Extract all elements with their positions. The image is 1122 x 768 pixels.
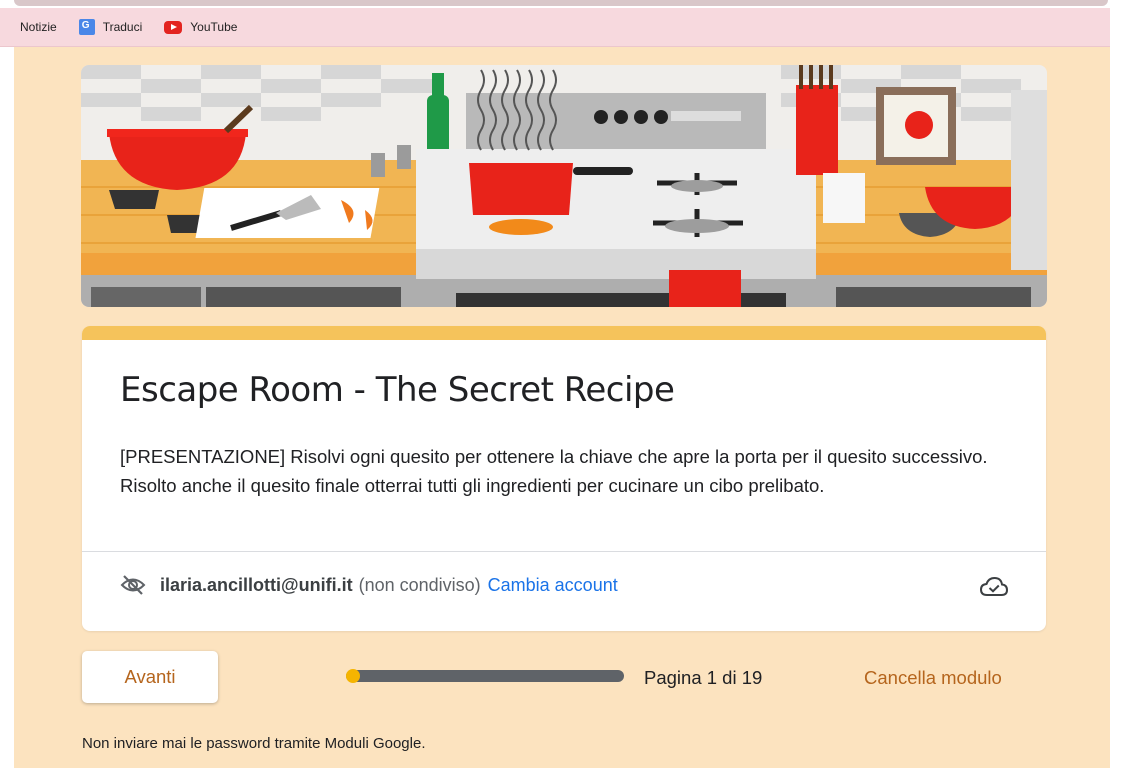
youtube-icon — [164, 20, 183, 34]
password-warning: Non inviare mai le password tramite Modu… — [82, 735, 426, 752]
account-row: ilaria.ancillotti@unifi.it (non condivis… — [120, 574, 618, 596]
scrollbar[interactable] — [1110, 8, 1122, 768]
eye-off-icon — [120, 575, 146, 595]
bookmark-label: YouTube — [190, 20, 238, 34]
switch-account-link[interactable]: Cambia account — [488, 575, 618, 596]
bookmark-label: Notizie — [20, 20, 57, 34]
window-top-edge — [0, 0, 1122, 8]
bookmarks-bar: Notizie Traduci YouTube — [0, 8, 1110, 47]
not-shared-label: (non condiviso) — [358, 574, 481, 595]
bookmark-traduci[interactable]: Traduci — [78, 19, 143, 35]
kitchen-illustration — [81, 65, 1047, 307]
progress-bar — [346, 669, 624, 683]
clear-form-button[interactable]: Cancella modulo — [864, 667, 1002, 689]
form-title: Escape Room - The Secret Recipe — [120, 370, 675, 410]
form-description: [PRESENTAZIONE] Risolvi ogni quesito per… — [120, 446, 988, 496]
divider — [82, 551, 1046, 552]
page-indicator: Pagina 1 di 19 — [644, 667, 763, 688]
bookmark-youtube[interactable]: YouTube — [164, 20, 237, 34]
google-translate-icon — [78, 19, 95, 35]
bookmark-notizie[interactable]: Notizie — [20, 20, 57, 34]
form-header-card: Escape Room - The Secret Recipe [PRESENT… — [82, 326, 1046, 631]
progress-indicator — [346, 669, 360, 683]
next-button[interactable]: Avanti — [82, 651, 218, 703]
bookmark-label: Traduci — [102, 20, 143, 34]
card-accent-bar — [82, 326, 1046, 340]
account-email: ilaria.ancillotti@unifi.it — [160, 574, 353, 595]
cloud-saved-icon — [980, 576, 1008, 596]
header-image — [81, 65, 1047, 307]
form-page: Escape Room - The Secret Recipe [PRESENT… — [14, 47, 1110, 768]
